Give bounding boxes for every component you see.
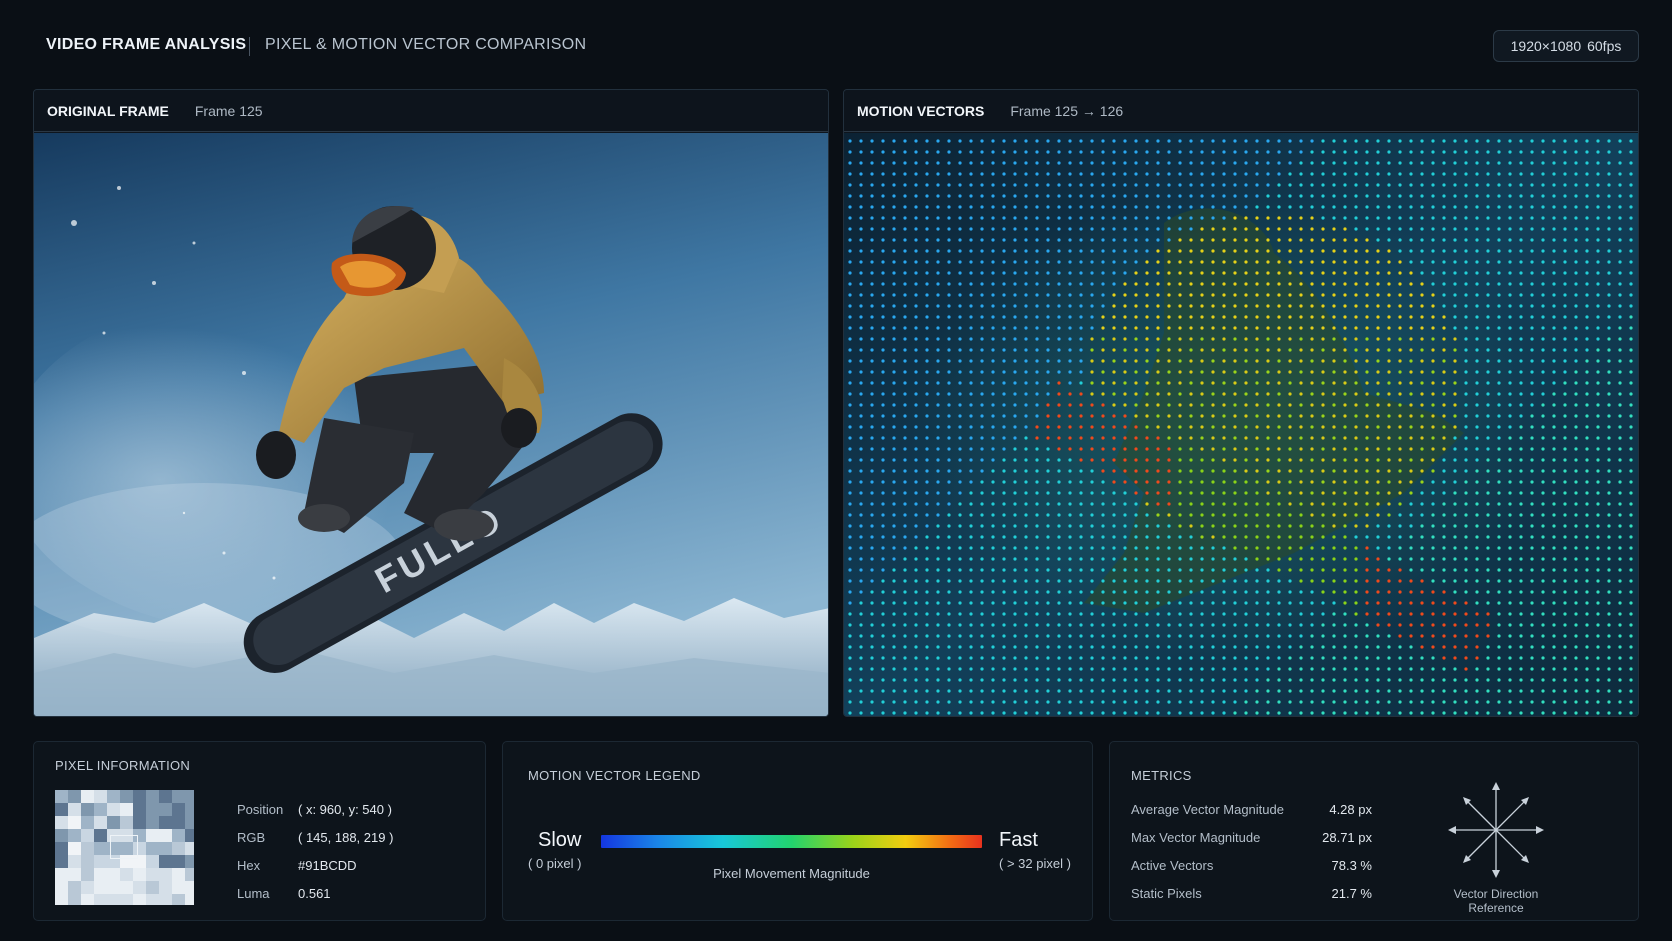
original-frame-image[interactable]: FULLO bbox=[34, 133, 828, 716]
legend-slow-label: Slow bbox=[538, 829, 582, 851]
pixel-info-panel: PIXEL INFORMATION Position ( x: 960, y: … bbox=[33, 741, 486, 921]
pixel-info-title: PIXEL INFORMATION bbox=[55, 758, 191, 773]
pixel-rgb-value: ( 145, 188, 219 ) bbox=[298, 830, 394, 845]
pixel-cursor-box bbox=[110, 835, 138, 859]
metric-static-label: Static Pixels bbox=[1131, 886, 1202, 901]
app-subtitle: PIXEL & MOTION VECTOR COMPARISON bbox=[265, 36, 587, 53]
legend-fast-sub: ( > 32 pixel ) bbox=[999, 856, 1071, 871]
pixel-luma-label: Luma bbox=[237, 886, 270, 901]
original-frame-header: ORIGINAL FRAME Frame 125 bbox=[34, 90, 828, 132]
pixel-position-value: ( x: 960, y: 540 ) bbox=[298, 802, 392, 817]
pixel-position-label: Position bbox=[237, 802, 284, 817]
metrics-title: METRICS bbox=[1131, 768, 1192, 783]
metric-avg-label: Average Vector Magnitude bbox=[1131, 802, 1284, 817]
pixel-luma-value: 0.561 bbox=[298, 886, 331, 901]
legend-fast-label: Fast bbox=[999, 829, 1038, 851]
motion-vector-field bbox=[844, 133, 1638, 716]
motion-vectors-image[interactable] bbox=[844, 133, 1638, 716]
metrics-panel: METRICS Average Vector Magnitude 4.28 px… bbox=[1109, 741, 1639, 921]
magnitude-gradient-bar bbox=[601, 835, 982, 848]
legend-title: MOTION VECTOR LEGEND bbox=[528, 768, 701, 783]
original-frame-title: ORIGINAL FRAME bbox=[47, 102, 169, 119]
pixel-hex-label: Hex bbox=[237, 858, 261, 873]
original-frame-panel: ORIGINAL FRAME Frame 125 FULLO bbox=[33, 89, 829, 717]
vector-direction-icon bbox=[1448, 782, 1544, 878]
motion-vectors-header: MOTION VECTORS Frame 125 → 126 bbox=[844, 90, 1638, 132]
motion-vectors-panel: MOTION VECTORS Frame 125 → 126 bbox=[843, 89, 1639, 717]
metric-max-value: 28.71 px bbox=[1322, 830, 1372, 845]
metric-avg-value: 4.28 px bbox=[1329, 802, 1372, 817]
legend-panel: MOTION VECTOR LEGEND Slow ( 0 pixel ) Fa… bbox=[502, 741, 1093, 921]
legend-slow-sub: ( 0 pixel ) bbox=[528, 856, 582, 871]
resolution-badge: 1920×1080 60fps bbox=[1493, 30, 1639, 62]
app-header: VIDEO FRAME ANALYSIS PIXEL & MOTION VECT… bbox=[0, 0, 1672, 90]
app-title: VIDEO FRAME ANALYSIS bbox=[46, 36, 247, 53]
metric-active-label: Active Vectors bbox=[1131, 858, 1214, 873]
pixel-hex-value: #91BCDD bbox=[298, 858, 357, 873]
legend-caption: Pixel Movement Magnitude bbox=[713, 866, 870, 881]
resolution-value: 1920×1080 bbox=[1510, 38, 1582, 54]
pixel-zoom-thumbnail bbox=[55, 790, 194, 905]
title-divider bbox=[249, 37, 250, 56]
original-frame-number: Frame 125 bbox=[194, 102, 263, 119]
metric-active-value: 78.3 % bbox=[1331, 858, 1372, 873]
motion-vectors-frames: Frame 125 → 126 bbox=[1010, 102, 1124, 119]
metric-max-label: Max Vector Magnitude bbox=[1131, 830, 1261, 845]
snowboarder-photo: FULLO bbox=[34, 133, 828, 716]
metric-static-value: 21.7 % bbox=[1331, 886, 1372, 901]
direction-reference-caption: Vector Direction Reference bbox=[1453, 887, 1539, 915]
pixel-rgb-label: RGB bbox=[237, 830, 266, 845]
fps-value: 60fps bbox=[1587, 38, 1622, 54]
motion-vectors-title: MOTION VECTORS bbox=[857, 102, 985, 119]
